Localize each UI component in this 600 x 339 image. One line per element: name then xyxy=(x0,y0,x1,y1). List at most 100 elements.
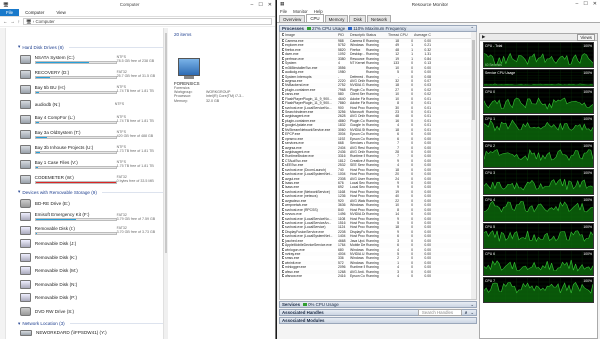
back-icon[interactable]: ← xyxy=(3,19,7,24)
drive-item[interactable]: Removable Disk (K:) xyxy=(20,251,168,264)
drive-item[interactable]: Removable Disk (P:) xyxy=(20,292,168,305)
drive-item[interactable]: RECOVERY (D:) FAT32 25.7 GB free of 31.5 G… xyxy=(20,67,168,81)
tab-overview[interactable]: Overview xyxy=(279,15,306,22)
up-icon[interactable]: ↑ xyxy=(18,19,20,24)
column-header[interactable]: Status xyxy=(365,33,387,37)
processes-header[interactable]: Processes 27% CPU Usage 110% Maximum Fre… xyxy=(279,25,477,32)
drive-name: Removable Disk (M:) xyxy=(34,268,78,274)
search-icon[interactable]: ⌕ xyxy=(465,310,467,315)
address-bar[interactable]: 🖥 › Computer xyxy=(22,18,272,25)
tab-file[interactable]: File xyxy=(0,9,20,16)
graph-title: CPU 2 xyxy=(485,143,495,148)
explorer-titlebar[interactable]: 🖥 Computer – ☐ ✕ xyxy=(0,0,275,9)
column-header[interactable]: Threads xyxy=(387,33,399,37)
graph-title: CPU 6 xyxy=(485,251,495,256)
drive-details: NTFS 1.74 TB free of 1.81 TB xyxy=(117,85,168,93)
close-icon[interactable]: ✕ xyxy=(268,2,272,8)
group-removable-storage[interactable]: ▾ Devices with Removable Storage (9) xyxy=(18,188,168,196)
search-handles-input[interactable]: Search Handles xyxy=(417,309,462,316)
drive-item[interactable]: Bay 1 Case Files (V:) NTFS 1.75 TB free of… xyxy=(20,157,168,171)
graph-footer: 60 Seconds xyxy=(485,62,502,67)
hdd-icon xyxy=(20,99,31,109)
drive-item[interactable]: NSATA System (C:) NTFS 78.5 GB free of 238… xyxy=(20,52,168,66)
drive-details: NTFS xyxy=(115,102,168,106)
drive-item[interactable]: Bay 3b Inhouse Projects (U:) NTFS 1.73 TB … xyxy=(20,142,168,156)
processes-label: Processes xyxy=(282,26,304,31)
maximize-icon[interactable]: ☐ xyxy=(583,1,587,7)
resmon-menu: File Monitor Help xyxy=(277,8,600,15)
services-header[interactable]: Services 0% CPU Usage ⌄ xyxy=(279,301,477,308)
drive-free-space: 3.70 GB free of 3.73 GB xyxy=(116,230,156,235)
graph-panel-collapse-icon[interactable]: ▶ xyxy=(482,34,485,40)
minimize-icon[interactable]: – xyxy=(251,2,254,8)
drive-name: Bay 3a OldSystem (T:) xyxy=(34,129,81,135)
graph-max: 100% xyxy=(583,224,592,229)
navigation-pane[interactable] xyxy=(0,28,6,339)
expand-icon[interactable]: ⌄ xyxy=(470,310,474,316)
column-header[interactable]: Average C... xyxy=(413,33,431,37)
drive-item[interactable]: Bay 3a OldSystem (T:) NTFS 420 GB free of … xyxy=(20,127,168,141)
drive-item[interactable]: BD-RE Drive (E:) xyxy=(20,197,168,210)
group-network-location[interactable]: ▾ Network Location (3) xyxy=(18,320,168,328)
drive-details: NTFS 420 GB free of 488 GB xyxy=(117,130,168,138)
close-icon[interactable]: ✕ xyxy=(593,1,597,7)
drive-details: NTFS 78.5 GB free of 238 GB xyxy=(117,55,168,63)
drive-item[interactable]: Bay 5b BU (H:) NTFS 1.74 TB free of 1.81 T… xyxy=(20,82,168,96)
menu-file[interactable]: File xyxy=(280,9,287,14)
drive-item[interactable]: DVD RW Drive (S:) xyxy=(20,305,168,318)
collapse-icon[interactable]: ⌃ xyxy=(470,26,474,32)
drive-details: FAT32 0 bytes free of 33.5 MB xyxy=(117,175,168,183)
modules-header[interactable]: Associated Modules xyxy=(279,317,477,324)
drive-name: Bay 5b BU (H:) xyxy=(34,84,66,90)
table-row[interactable]: afsnow.exe 2416 Epson Co...Running 4 0 0.00 xyxy=(280,274,476,278)
column-header[interactable]: CPU xyxy=(399,33,413,37)
expand-icon[interactable]: ⌄ xyxy=(470,302,474,308)
group-hard-disk-drives[interactable]: ▾ Hard Disk Drives (8) xyxy=(18,43,168,51)
tab-cpu[interactable]: CPU xyxy=(306,14,324,22)
network-drive[interactable]: NEWORKDARD (\\FPSDW41) (Y:) xyxy=(20,329,168,337)
resmon-title: Resource Monitor xyxy=(411,1,449,7)
drive-item[interactable]: audiodb (N:) NTFS xyxy=(20,97,168,111)
drive-item[interactable]: CODEMETER (W:) FAT32 0 bytes free of 33.5 … xyxy=(20,172,168,186)
drive-item[interactable]: Removable Disk (J:) xyxy=(20,238,168,251)
drive-free-space: 3.79 GB free of 7.59 GB xyxy=(116,216,156,221)
computer-icon: 🖥 › xyxy=(25,18,36,24)
tab-computer[interactable]: Computer xyxy=(19,9,50,16)
drive-filesystem: NTFS xyxy=(114,102,125,106)
drive-item[interactable]: Removable Disk (N:) xyxy=(20,278,168,291)
minimize-icon[interactable]: – xyxy=(576,1,579,7)
tab-disk[interactable]: Disk xyxy=(349,15,366,22)
usb-icon xyxy=(20,212,31,222)
forward-icon[interactable]: → xyxy=(10,19,14,24)
table-cell: afsnow.exe xyxy=(285,274,302,279)
tab-view[interactable]: View xyxy=(50,9,71,16)
maximize-icon[interactable]: ☐ xyxy=(258,2,262,8)
tab-memory[interactable]: Memory xyxy=(324,15,349,22)
processes-scrollbar[interactable] xyxy=(471,32,476,299)
drive-usage-bar xyxy=(34,165,117,169)
column-header[interactable]: PID xyxy=(337,33,349,37)
drive-item[interactable]: Removable Disk (I:) FAT32 3.70 GB free of … xyxy=(20,224,168,237)
column-header[interactable]: Image xyxy=(284,33,337,37)
drive-item[interactable]: Removable Disk (M:) xyxy=(20,265,168,278)
handles-header[interactable]: Associated Handles Search Handles ⌕ ⌄ xyxy=(279,309,477,316)
drive-item[interactable]: Bay 4 CompFor (L:) NTFS 1.74 TB free of 1.… xyxy=(20,112,168,126)
resmon-titlebar[interactable]: ▦ Resource Monitor – ☐ ✕ xyxy=(277,0,600,8)
table-cell: Epson Co... xyxy=(350,274,365,279)
hdd-icon xyxy=(20,114,31,124)
drive-list: ▾ Hard Disk Drives (8) NSATA System (C:)… xyxy=(8,28,168,339)
tab-network[interactable]: Network xyxy=(367,15,392,22)
graph-title: CPU 3 xyxy=(485,170,495,175)
processes-table: ImagePIDDescriptionStatusThreadsCPUAvera… xyxy=(279,32,477,300)
drive-item[interactable]: Emisoft Emergency Kit (F:) FAT32 3.79 GB f… xyxy=(20,211,168,224)
graph-max: 100% xyxy=(583,70,592,75)
views-button[interactable]: Views xyxy=(577,33,595,41)
drive-name: Removable Disk (K:) xyxy=(34,254,77,260)
drive-name: Removable Disk (J:) xyxy=(34,241,77,247)
drive-usage-bar xyxy=(34,150,117,154)
cpu-usage-badge: 27% CPU Usage xyxy=(306,26,345,31)
graph-max: 100% xyxy=(583,116,592,121)
column-header[interactable]: Description xyxy=(349,33,365,37)
graph-title: CPU 7 xyxy=(485,278,495,283)
table-cell: NT Kernel... xyxy=(350,61,365,66)
